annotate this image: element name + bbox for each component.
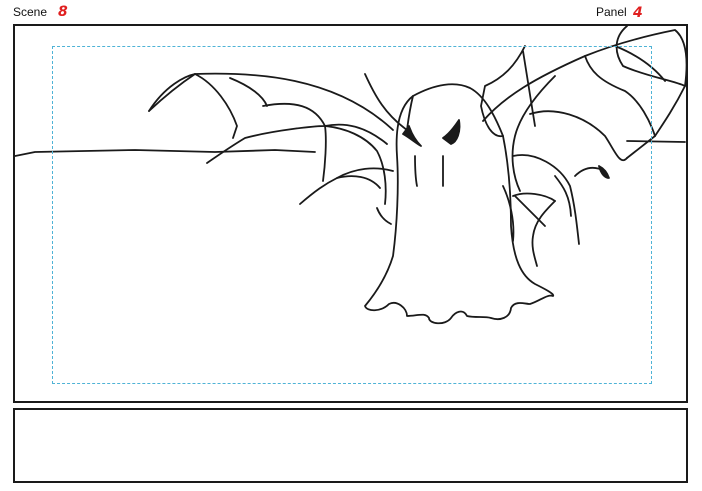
scene-number[interactable]: 8	[58, 4, 68, 20]
storyboard-panel-frame[interactable]	[13, 24, 688, 403]
right-wing	[482, 29, 686, 122]
panel-number[interactable]: 4	[633, 5, 643, 21]
left-ear	[364, 73, 414, 131]
mouth-line-left	[414, 155, 418, 187]
panel-label: Panel	[596, 5, 627, 19]
right-eye	[442, 119, 461, 145]
wing-claw	[598, 165, 610, 179]
sketch-drawing[interactable]	[15, 26, 688, 403]
caption-box[interactable]	[13, 408, 688, 483]
left-eye	[402, 125, 422, 147]
scene-label: Scene	[13, 5, 48, 19]
left-wing	[148, 72, 394, 131]
horizon-line	[15, 149, 316, 157]
